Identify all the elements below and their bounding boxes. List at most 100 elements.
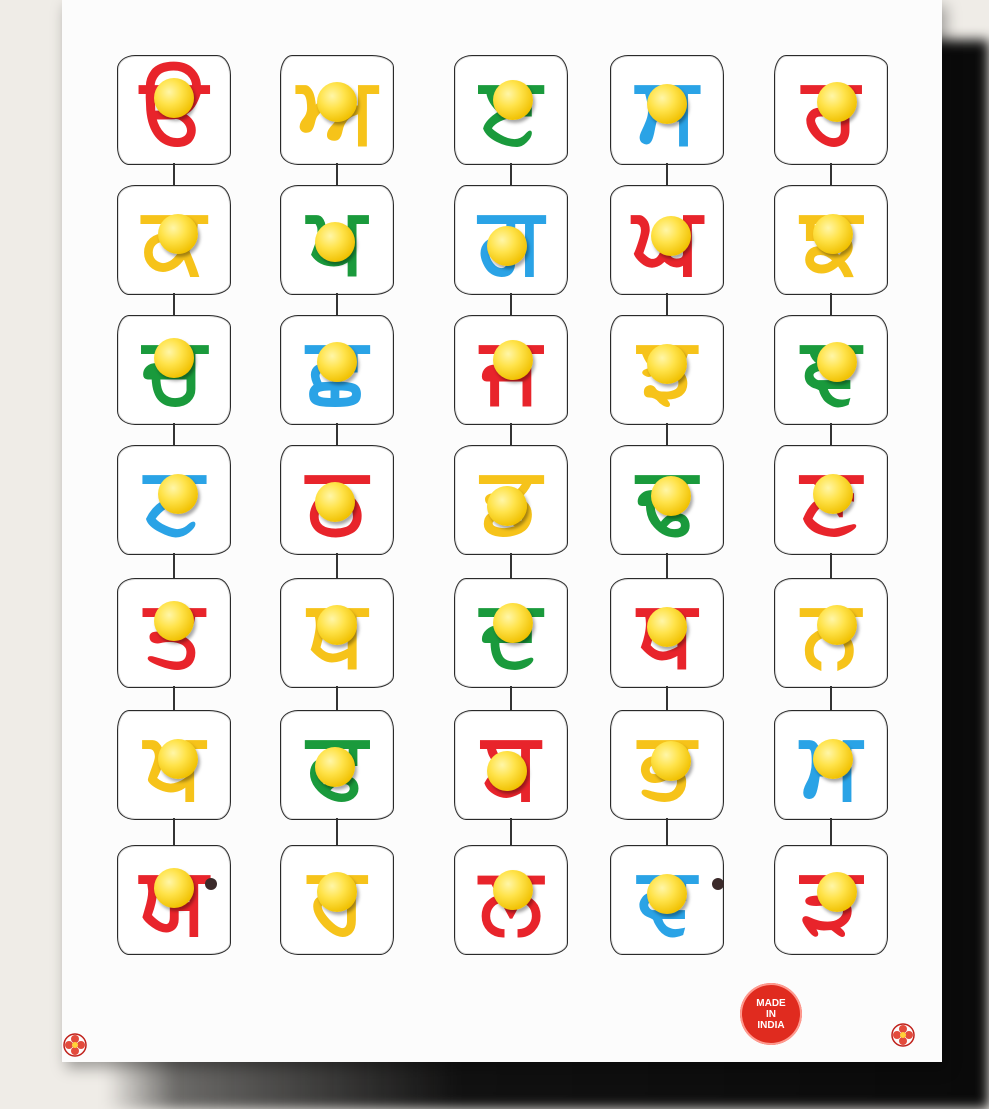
cut-line [336,293,338,315]
cut-line [173,686,175,710]
knob-handle[interactable] [647,84,687,124]
letter-piece[interactable]: ੳ [117,55,231,165]
letter-piece[interactable]: ਫ [280,710,394,820]
knob-handle[interactable] [651,216,691,256]
knob-handle[interactable] [154,338,194,378]
letter-piece[interactable]: ਘ [610,185,724,295]
letter-piece[interactable]: ਤ [117,578,231,688]
knob-handle[interactable] [158,474,198,514]
letter-piece[interactable]: ਞ [774,315,888,425]
letter-piece[interactable]: ੜ [774,845,888,955]
cut-line [666,818,668,845]
letter-piece[interactable]: ਕ [117,185,231,295]
letter-piece[interactable]: ਡ [454,445,568,555]
letter-piece[interactable]: ਚ [117,315,231,425]
knob-handle[interactable] [154,601,194,641]
knob-handle[interactable] [817,82,857,122]
letter-piece[interactable]: ਛ [280,315,394,425]
knob-handle[interactable] [647,344,687,384]
letter-piece[interactable]: ਜ [454,315,568,425]
knob-handle[interactable] [813,739,853,779]
cut-line [336,686,338,710]
knob-handle[interactable] [493,80,533,120]
letter-piece[interactable]: ਖ [280,185,394,295]
cut-line [510,818,512,845]
knob-handle[interactable] [317,342,357,382]
letter-piece[interactable]: ਪ [117,710,231,820]
knob-handle[interactable] [647,874,687,914]
cut-line [510,293,512,315]
letter-piece[interactable]: ਹ [774,55,888,165]
knob-handle[interactable] [317,605,357,645]
knob-handle[interactable] [493,603,533,643]
knob-handle[interactable] [154,868,194,908]
letter-piece[interactable]: ਠ [280,445,394,555]
cut-line [830,423,832,445]
cut-line [666,163,668,185]
cut-line [510,553,512,578]
letter-piece[interactable]: ਣ [774,445,888,555]
knob-handle[interactable] [817,342,857,382]
badge-line-2: IN [766,1008,776,1020]
letter-piece[interactable]: ਟ [117,445,231,555]
knob-handle[interactable] [813,214,853,254]
letter-piece[interactable]: ਗ [454,185,568,295]
knob-handle[interactable] [317,872,357,912]
letter-piece[interactable]: ਰ [280,845,394,955]
letter-piece[interactable]: ਧ [610,578,724,688]
peg-hole [712,878,724,890]
cut-line [173,553,175,578]
cut-line [336,163,338,185]
cut-line [336,423,338,445]
knob-handle[interactable] [315,222,355,262]
cut-line [830,818,832,845]
cut-line [830,553,832,578]
knob-handle[interactable] [493,340,533,380]
cut-line [510,423,512,445]
knob-handle[interactable] [315,482,355,522]
knob-handle[interactable] [487,226,527,266]
knob-handle[interactable] [647,607,687,647]
letter-piece[interactable]: ਨ [774,578,888,688]
knob-handle[interactable] [493,870,533,910]
letter-piece[interactable]: ਵ [610,845,724,955]
cut-line [336,818,338,845]
cut-line [830,293,832,315]
letter-piece[interactable]: ਥ [280,578,394,688]
letter-piece[interactable]: ਬ [454,710,568,820]
knob-handle[interactable] [158,214,198,254]
knob-handle[interactable] [487,751,527,791]
letter-piece[interactable]: ਝ [610,315,724,425]
knob-handle[interactable] [487,486,527,526]
knob-handle[interactable] [651,476,691,516]
letter-piece[interactable]: ਸ [610,55,724,165]
letter-piece[interactable]: ਙ [774,185,888,295]
knob-handle[interactable] [651,741,691,781]
knob-handle[interactable] [317,82,357,122]
letter-grid: ੳਅੲਸਹ ਕਖਗਘਙ ਚਛਜਝਞ ਟਠਡਢਣ ਤਥਦਧਨ ਪਫਬਭਮ ਯਰਲਵੜ [62,0,942,1062]
peg-hole [205,878,217,890]
puzzle-board: ੳਅੲਸਹ ਕਖਗਘਙ ਚਛਜਝਞ ਟਠਡਢਣ ਤਥਦਧਨ ਪਫਬਭਮ ਯਰਲਵੜ [62,0,942,1062]
cut-line [510,163,512,185]
letter-piece[interactable]: ਦ [454,578,568,688]
made-in-india-badge: MADE IN INDIA [740,983,802,1045]
cut-line [173,163,175,185]
letter-piece[interactable]: ਅ [280,55,394,165]
knob-handle[interactable] [158,739,198,779]
letter-piece[interactable]: ਭ [610,710,724,820]
cut-line [666,553,668,578]
letter-piece[interactable]: ੲ [454,55,568,165]
knob-handle[interactable] [817,605,857,645]
knob-handle[interactable] [813,474,853,514]
cut-line [173,423,175,445]
knob-handle[interactable] [154,78,194,118]
cut-line [336,553,338,578]
knob-handle[interactable] [315,747,355,787]
cut-line [173,818,175,845]
cut-line [666,686,668,710]
letter-piece[interactable]: ਮ [774,710,888,820]
knob-handle[interactable] [817,872,857,912]
letter-piece[interactable]: ਯ [117,845,231,955]
letter-piece[interactable]: ਢ [610,445,724,555]
letter-piece[interactable]: ਲ [454,845,568,955]
